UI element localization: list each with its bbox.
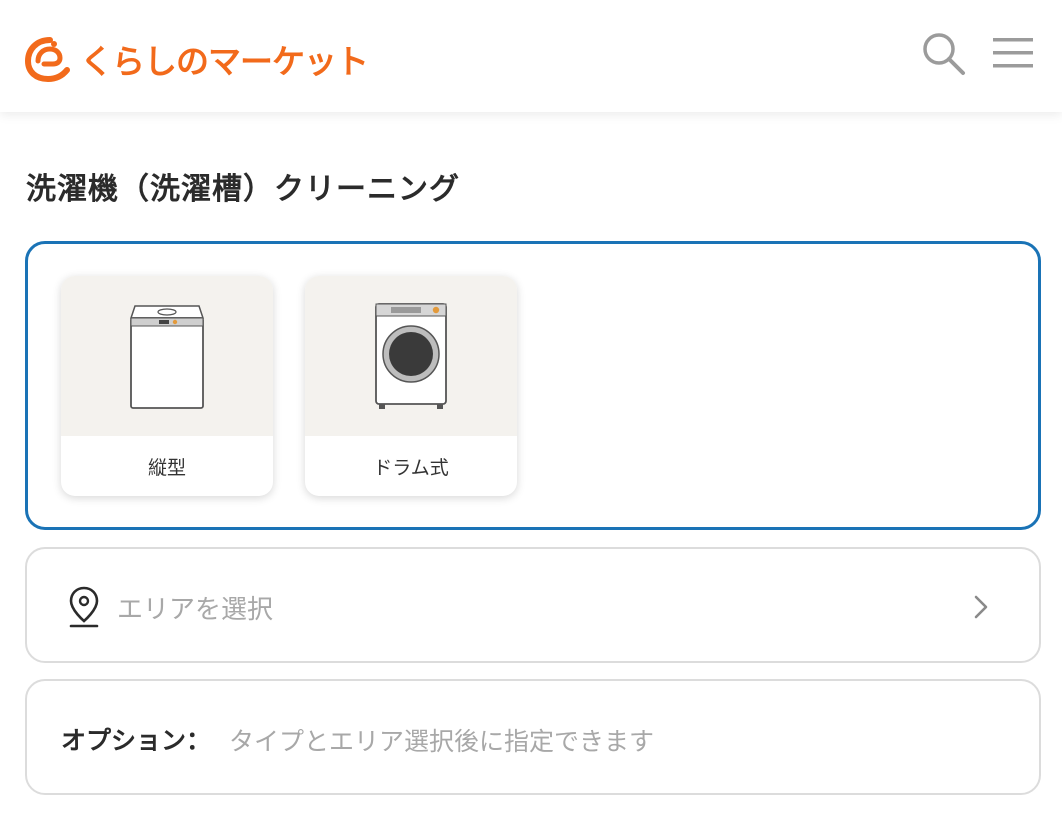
page-title: 洗濯機（洗濯槽）クリーニング — [26, 172, 460, 207]
drum-image — [305, 276, 517, 436]
logo-mark-icon — [24, 37, 70, 83]
option-label: オプション： — [61, 726, 212, 755]
search-button[interactable] — [918, 28, 968, 78]
location-pin-icon — [69, 586, 99, 628]
area-placeholder: エリアを選択 — [117, 595, 274, 625]
logo[interactable]: くらしのマーケット — [24, 34, 369, 84]
option-row: オプション： タイプとエリア選択後に指定できます — [25, 679, 1041, 795]
hamburger-menu-icon — [993, 38, 1033, 68]
washer-type-selector: 縦型 ドラム式 — [25, 241, 1041, 530]
chevron-right-icon — [974, 595, 988, 619]
search-icon — [923, 33, 965, 75]
app-header: くらしのマーケット — [0, 0, 1062, 112]
menu-button[interactable] — [988, 28, 1038, 78]
type-option-label: ドラム式 — [373, 456, 449, 479]
area-select-row[interactable]: エリアを選択 — [25, 547, 1041, 663]
type-option-drum[interactable]: ドラム式 — [305, 276, 517, 496]
top-load-image — [61, 276, 273, 436]
logo-text: くらしのマーケット — [80, 42, 369, 81]
type-option-label: 縦型 — [147, 456, 186, 479]
drum-washer-icon — [375, 303, 447, 409]
top-load-washer-icon — [129, 305, 205, 409]
type-option-top-load[interactable]: 縦型 — [61, 276, 273, 496]
option-hint: タイプとエリア選択後に指定できます — [229, 727, 655, 756]
